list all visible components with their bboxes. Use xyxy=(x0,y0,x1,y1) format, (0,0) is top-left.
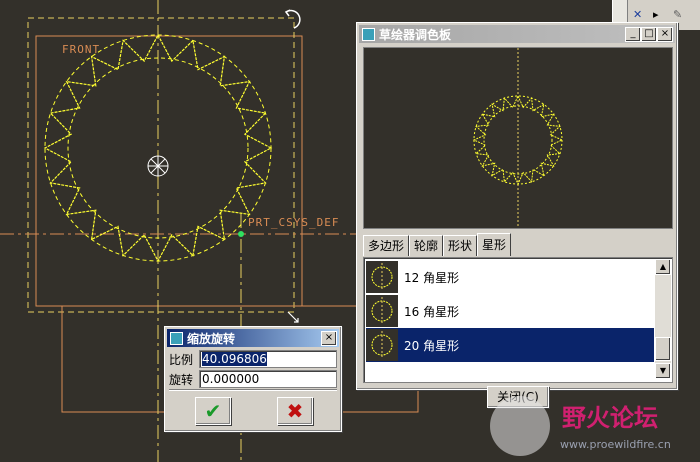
scale-handle[interactable] xyxy=(287,311,299,323)
tab-profile[interactable]: 轮廓 xyxy=(409,235,444,256)
sketcher-palette-window: 草绘器调色板 _ □ × 多边形 轮廓 形状 星形 12 角星形 16 角星形 … xyxy=(356,22,678,408)
scale-value: 40.096806 xyxy=(202,352,267,366)
list-item-label: 20 角星形 xyxy=(404,338,460,353)
scroll-down-arrow-icon[interactable]: ▼ xyxy=(655,363,671,379)
watermark-brand: 野火论坛 xyxy=(562,404,658,432)
select-arrow-icon[interactable]: ✕ xyxy=(633,8,642,21)
close-window-button[interactable]: × xyxy=(657,27,673,42)
sketch-pen-icon[interactable]: ✎ xyxy=(673,8,682,21)
dialog-titlebar[interactable]: 缩放旋转 × xyxy=(167,329,339,347)
csys-label: PRT_CSYS_DEF xyxy=(248,216,340,229)
scale-label: 比例 xyxy=(169,352,194,367)
dialog-title: 缩放旋转 xyxy=(187,331,236,346)
dialog-divider xyxy=(169,389,337,391)
list-item-label: 12 角星形 xyxy=(404,270,460,285)
list-item-label: 16 角星形 xyxy=(404,304,460,319)
watermark: 野火论坛 www.proewildfire.cn xyxy=(490,396,698,458)
center-point-symbol xyxy=(147,155,169,177)
palette-tabs: 多边形 轮廓 形状 星形 xyxy=(363,233,512,257)
shape-preview xyxy=(363,47,673,229)
palette-title: 草绘器调色板 xyxy=(379,27,452,42)
star-thumbnail-icon xyxy=(366,295,398,327)
scroll-thumb[interactable] xyxy=(655,337,671,361)
front-datum-label: FRONT xyxy=(62,43,101,56)
scale-row: 比例 40.096806 xyxy=(169,349,337,369)
palette-titlebar[interactable]: 草绘器调色板 _ □ × xyxy=(359,25,675,43)
cross-icon: ✖ xyxy=(286,399,304,423)
star-thumbnail-icon xyxy=(366,329,398,361)
list-item-selected[interactable]: 20 角星形 xyxy=(366,328,654,362)
close-dialog-button[interactable]: × xyxy=(321,331,337,346)
checkmark-icon: ✔ xyxy=(204,399,222,423)
csys-origin-point[interactable] xyxy=(238,231,244,237)
preview-drawing xyxy=(472,48,564,228)
scale-input[interactable]: 40.096806 xyxy=(199,350,337,368)
watermark-url: www.proewildfire.cn xyxy=(560,438,671,451)
rotate-input[interactable]: 0.000000 xyxy=(199,370,337,388)
cancel-button[interactable]: ✖ xyxy=(277,397,313,425)
list-item[interactable]: 16 角星形 xyxy=(366,294,654,328)
rotate-label: 旋转 xyxy=(169,372,194,387)
minimize-button[interactable]: _ xyxy=(625,27,641,42)
scale-rotate-dialog: 缩放旋转 × 比例 40.096806 旋转 0.000000 ✔ ✖ xyxy=(164,326,342,432)
list-item[interactable]: 12 角星形 xyxy=(366,260,654,294)
rotate-row: 旋转 0.000000 xyxy=(169,369,337,389)
ok-button[interactable]: ✔ xyxy=(195,397,231,425)
maximize-button[interactable]: □ xyxy=(641,27,657,42)
butterfly-logo-icon xyxy=(490,396,550,456)
shape-list[interactable]: 12 角星形 16 角星形 20 角星形 ▲ ▼ xyxy=(363,257,673,383)
window-icon xyxy=(362,27,375,41)
scroll-up-arrow-icon[interactable]: ▲ xyxy=(655,259,671,275)
front-datum-frame xyxy=(35,35,303,307)
tab-polygon[interactable]: 多边形 xyxy=(363,235,410,256)
tab-shape[interactable]: 形状 xyxy=(443,235,478,256)
rotate-handle[interactable] xyxy=(284,9,301,29)
dropdown-arrow-icon[interactable]: ▸ xyxy=(653,8,659,21)
star-thumbnail-icon xyxy=(366,261,398,293)
tab-star[interactable]: 星形 xyxy=(477,233,512,256)
window-icon xyxy=(170,331,183,345)
list-scrollbar[interactable]: ▲ ▼ xyxy=(655,259,671,379)
